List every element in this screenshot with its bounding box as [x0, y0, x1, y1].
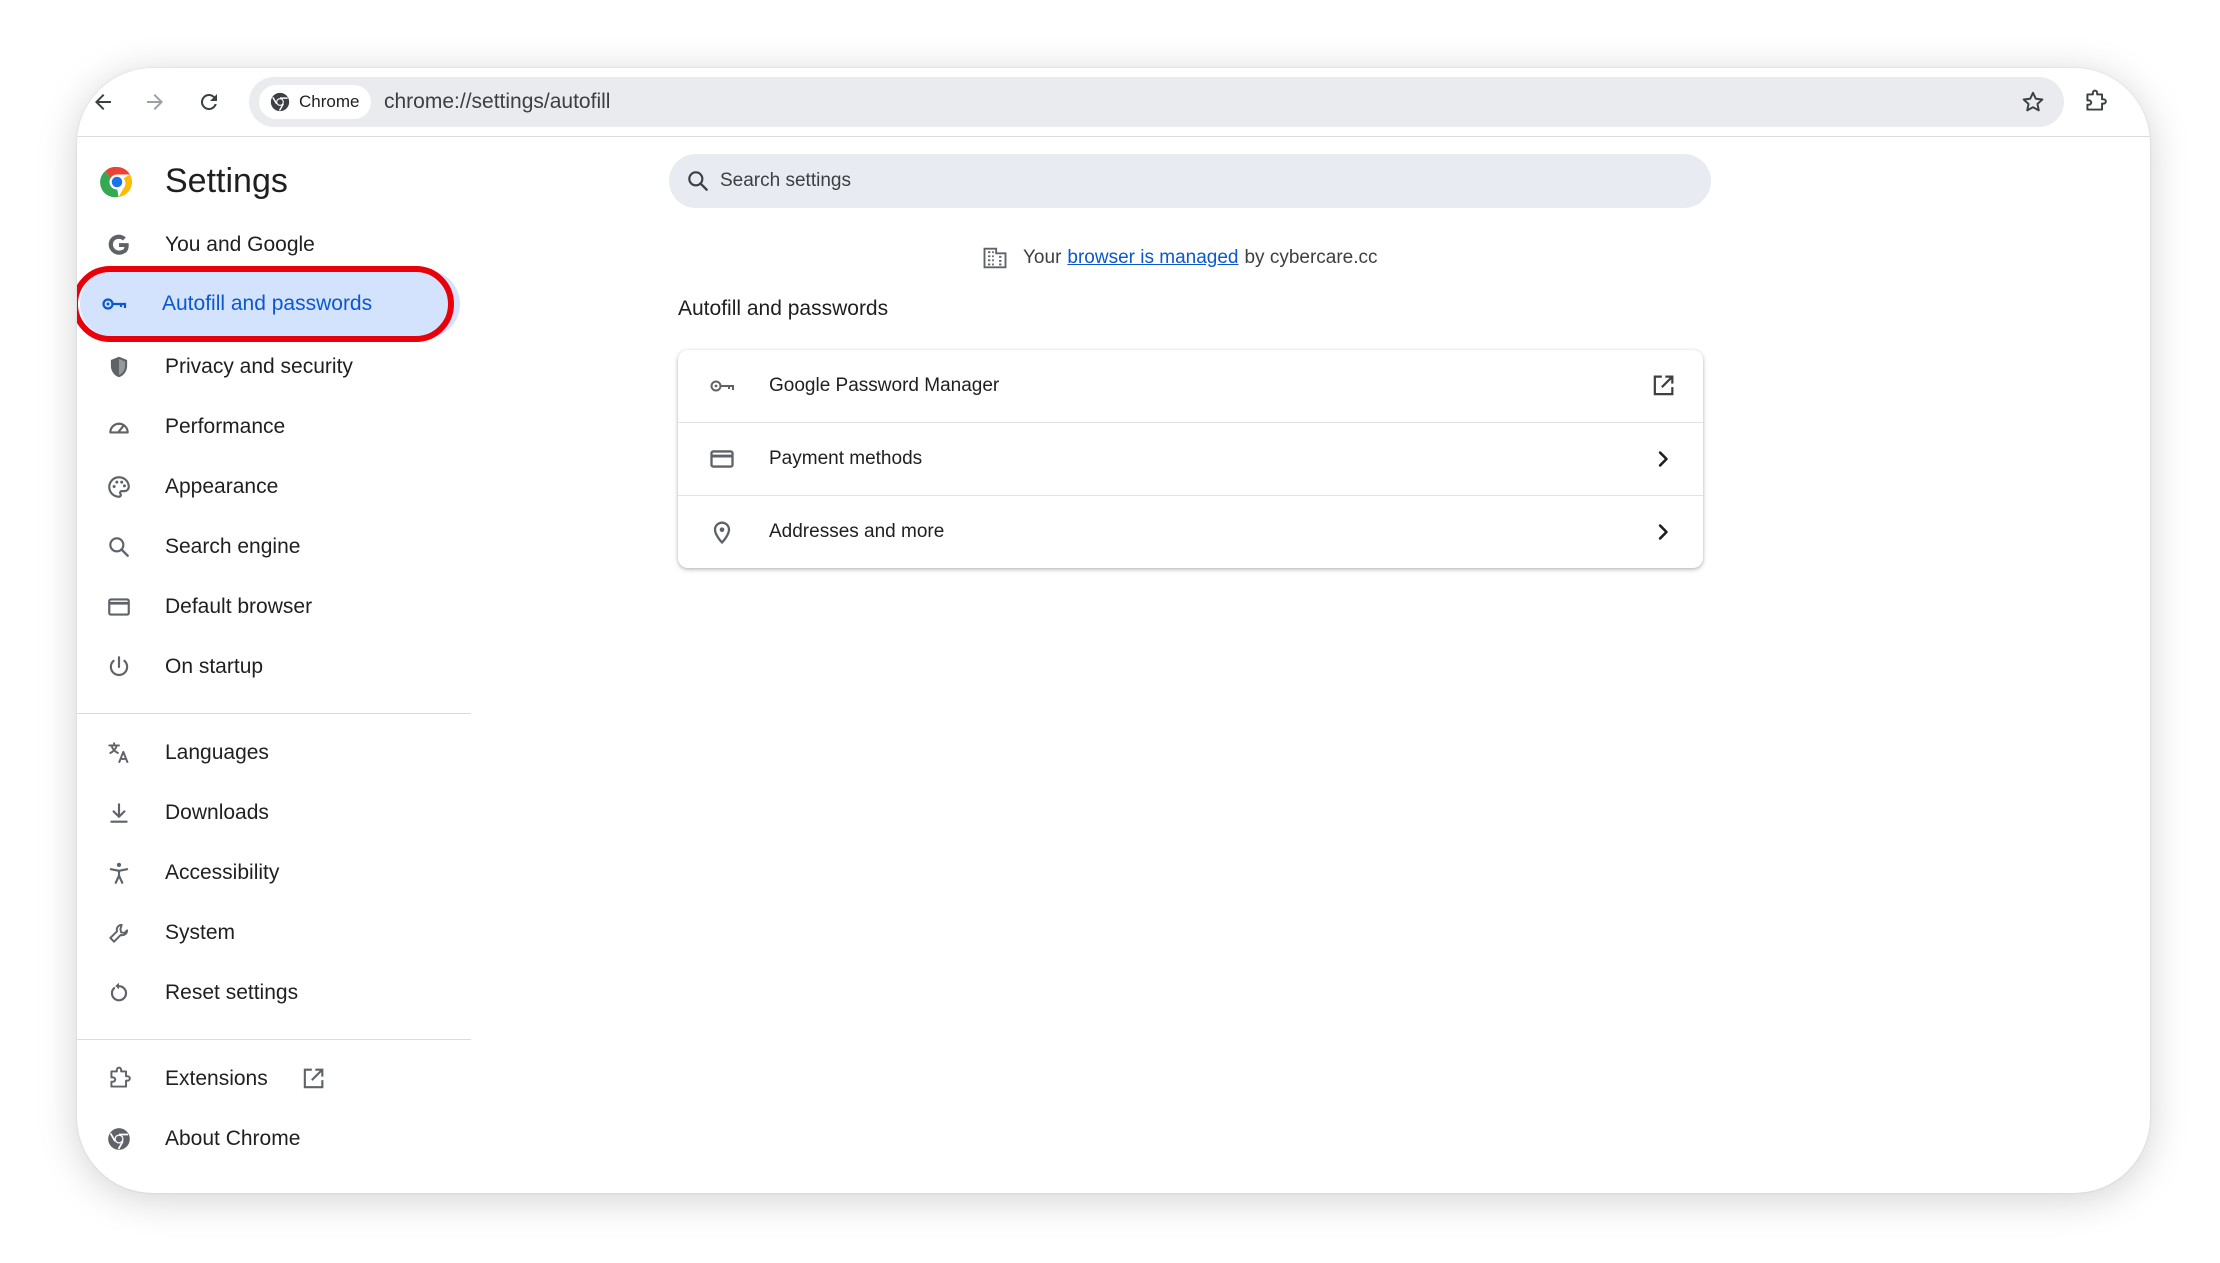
power-icon: [105, 653, 133, 681]
accessibility-icon: [105, 859, 133, 887]
puzzle-icon: [2086, 89, 2107, 111]
forward-button[interactable]: [137, 84, 173, 120]
open-external-icon: [1653, 375, 1674, 396]
open-external-icon: [299, 1065, 327, 1093]
sidebar-item-label: Default browser: [165, 595, 313, 618]
search-icon: [688, 171, 708, 191]
search-settings-field[interactable]: Search settings: [669, 154, 1711, 208]
location-pin-icon: [713, 521, 731, 545]
site-chip-label: Chrome: [299, 92, 360, 111]
google-password-manager-row[interactable]: Google Password Manager: [678, 350, 1703, 422]
sidebar-item-about-chrome[interactable]: About Chrome: [77, 1110, 471, 1168]
translate-icon: [105, 739, 133, 767]
sidebar-item-default-browser[interactable]: Default browser: [77, 578, 471, 636]
sidebar-item-label: System: [165, 921, 236, 944]
google-g-icon: [105, 231, 133, 259]
sidebar-divider: [77, 1039, 471, 1040]
autofill-card: Google Password Manager Payment methods …: [678, 350, 1703, 568]
url-text[interactable]: chrome://settings/autofill: [384, 90, 610, 114]
row-label: Payment methods: [769, 448, 923, 469]
chrome-icon: [270, 92, 290, 112]
search-input[interactable]: Search settings: [720, 170, 851, 192]
key-icon: [100, 290, 128, 318]
extensions-button[interactable]: [2077, 84, 2113, 120]
sidebar-item-accessibility[interactable]: Accessibility: [77, 844, 471, 902]
credit-card-icon: [710, 450, 734, 468]
address-bar[interactable]: Chrome chrome://settings/autofill: [249, 77, 2064, 127]
arrow-left-icon: [95, 94, 111, 110]
sidebar-item-downloads[interactable]: Downloads: [77, 784, 471, 842]
building-icon: [983, 247, 1007, 269]
sidebar-item-extensions[interactable]: Extensions: [77, 1050, 471, 1108]
sidebar-item-privacy-and-security[interactable]: Privacy and security: [77, 338, 471, 396]
download-icon: [105, 799, 133, 827]
sidebar-item-on-startup[interactable]: On startup: [77, 638, 471, 696]
speedometer-icon: [105, 413, 133, 441]
browser-window-icon: [105, 593, 133, 621]
managed-notice: Your browser is managed by cybercare.cc: [981, 244, 1378, 272]
sidebar-item-label: Autofill and passwords: [162, 292, 373, 315]
sidebar-item-label: Privacy and security: [165, 355, 353, 378]
sidebar-item-label: Extensions: [165, 1067, 268, 1090]
sidebar-item-appearance[interactable]: Appearance: [77, 458, 471, 516]
sidebar-item-label: Languages: [165, 741, 269, 764]
reload-button[interactable]: [191, 84, 227, 120]
sidebar-item-languages[interactable]: Languages: [77, 724, 471, 782]
key-icon: [710, 380, 734, 392]
settings-header: Settings: [99, 162, 288, 201]
sidebar-item-label: On startup: [165, 655, 264, 678]
sidebar-item-label: About Chrome: [165, 1127, 301, 1150]
sidebar-item-label: Reset settings: [165, 981, 299, 1004]
chevron-right-icon: [1658, 524, 1668, 540]
sidebar-item-autofill-and-passwords[interactable]: Autofill and passwords: [77, 266, 460, 342]
payment-methods-row[interactable]: Payment methods: [678, 423, 1703, 495]
sidebar-item-reset-settings[interactable]: Reset settings: [77, 964, 471, 1022]
reload-icon: [200, 93, 217, 110]
shield-icon: [105, 353, 133, 381]
sidebar-item-performance[interactable]: Performance: [77, 398, 471, 456]
row-label: Addresses and more: [769, 521, 945, 542]
puzzle-icon: [105, 1065, 133, 1093]
row-label: Google Password Manager: [769, 375, 1000, 396]
sidebar-item-label: Accessibility: [165, 861, 280, 884]
addresses-and-more-row[interactable]: Addresses and more: [678, 496, 1703, 568]
bookmark-star-icon[interactable]: [2020, 89, 2046, 115]
browser-managed-link[interactable]: browser is managed: [1067, 247, 1238, 269]
section-title: Autofill and passwords: [678, 297, 889, 320]
palette-icon: [105, 473, 133, 501]
chevron-right-icon: [1658, 451, 1668, 467]
managed-prefix: Your: [1023, 247, 1062, 268]
sidebar-item-search-engine[interactable]: Search engine: [77, 518, 471, 576]
sidebar-item-label: Appearance: [165, 475, 279, 498]
reset-icon: [105, 979, 133, 1007]
managed-suffix: by cybercare.cc: [1244, 247, 1378, 268]
sidebar-item-label: Performance: [165, 415, 286, 438]
chrome-logo-icon: [100, 166, 132, 197]
wrench-icon: [105, 919, 133, 947]
browser-toolbar: Chrome chrome://settings/autofill: [77, 68, 2150, 137]
site-chip[interactable]: Chrome: [259, 85, 372, 119]
sidebar-item-label: Search engine: [165, 535, 301, 558]
sidebar-divider: [77, 713, 471, 714]
arrow-right-icon: [147, 94, 163, 110]
sidebar-item-label: Downloads: [165, 801, 269, 824]
browser-window: Chrome chrome://settings/autofill Settin…: [77, 68, 2150, 1193]
sidebar-item-label: You and Google: [165, 233, 315, 256]
search-icon: [105, 533, 133, 561]
page-title: Settings: [165, 162, 288, 200]
sidebar-item-system[interactable]: System: [77, 904, 471, 962]
back-button[interactable]: [85, 84, 121, 120]
chrome-icon: [105, 1125, 133, 1153]
